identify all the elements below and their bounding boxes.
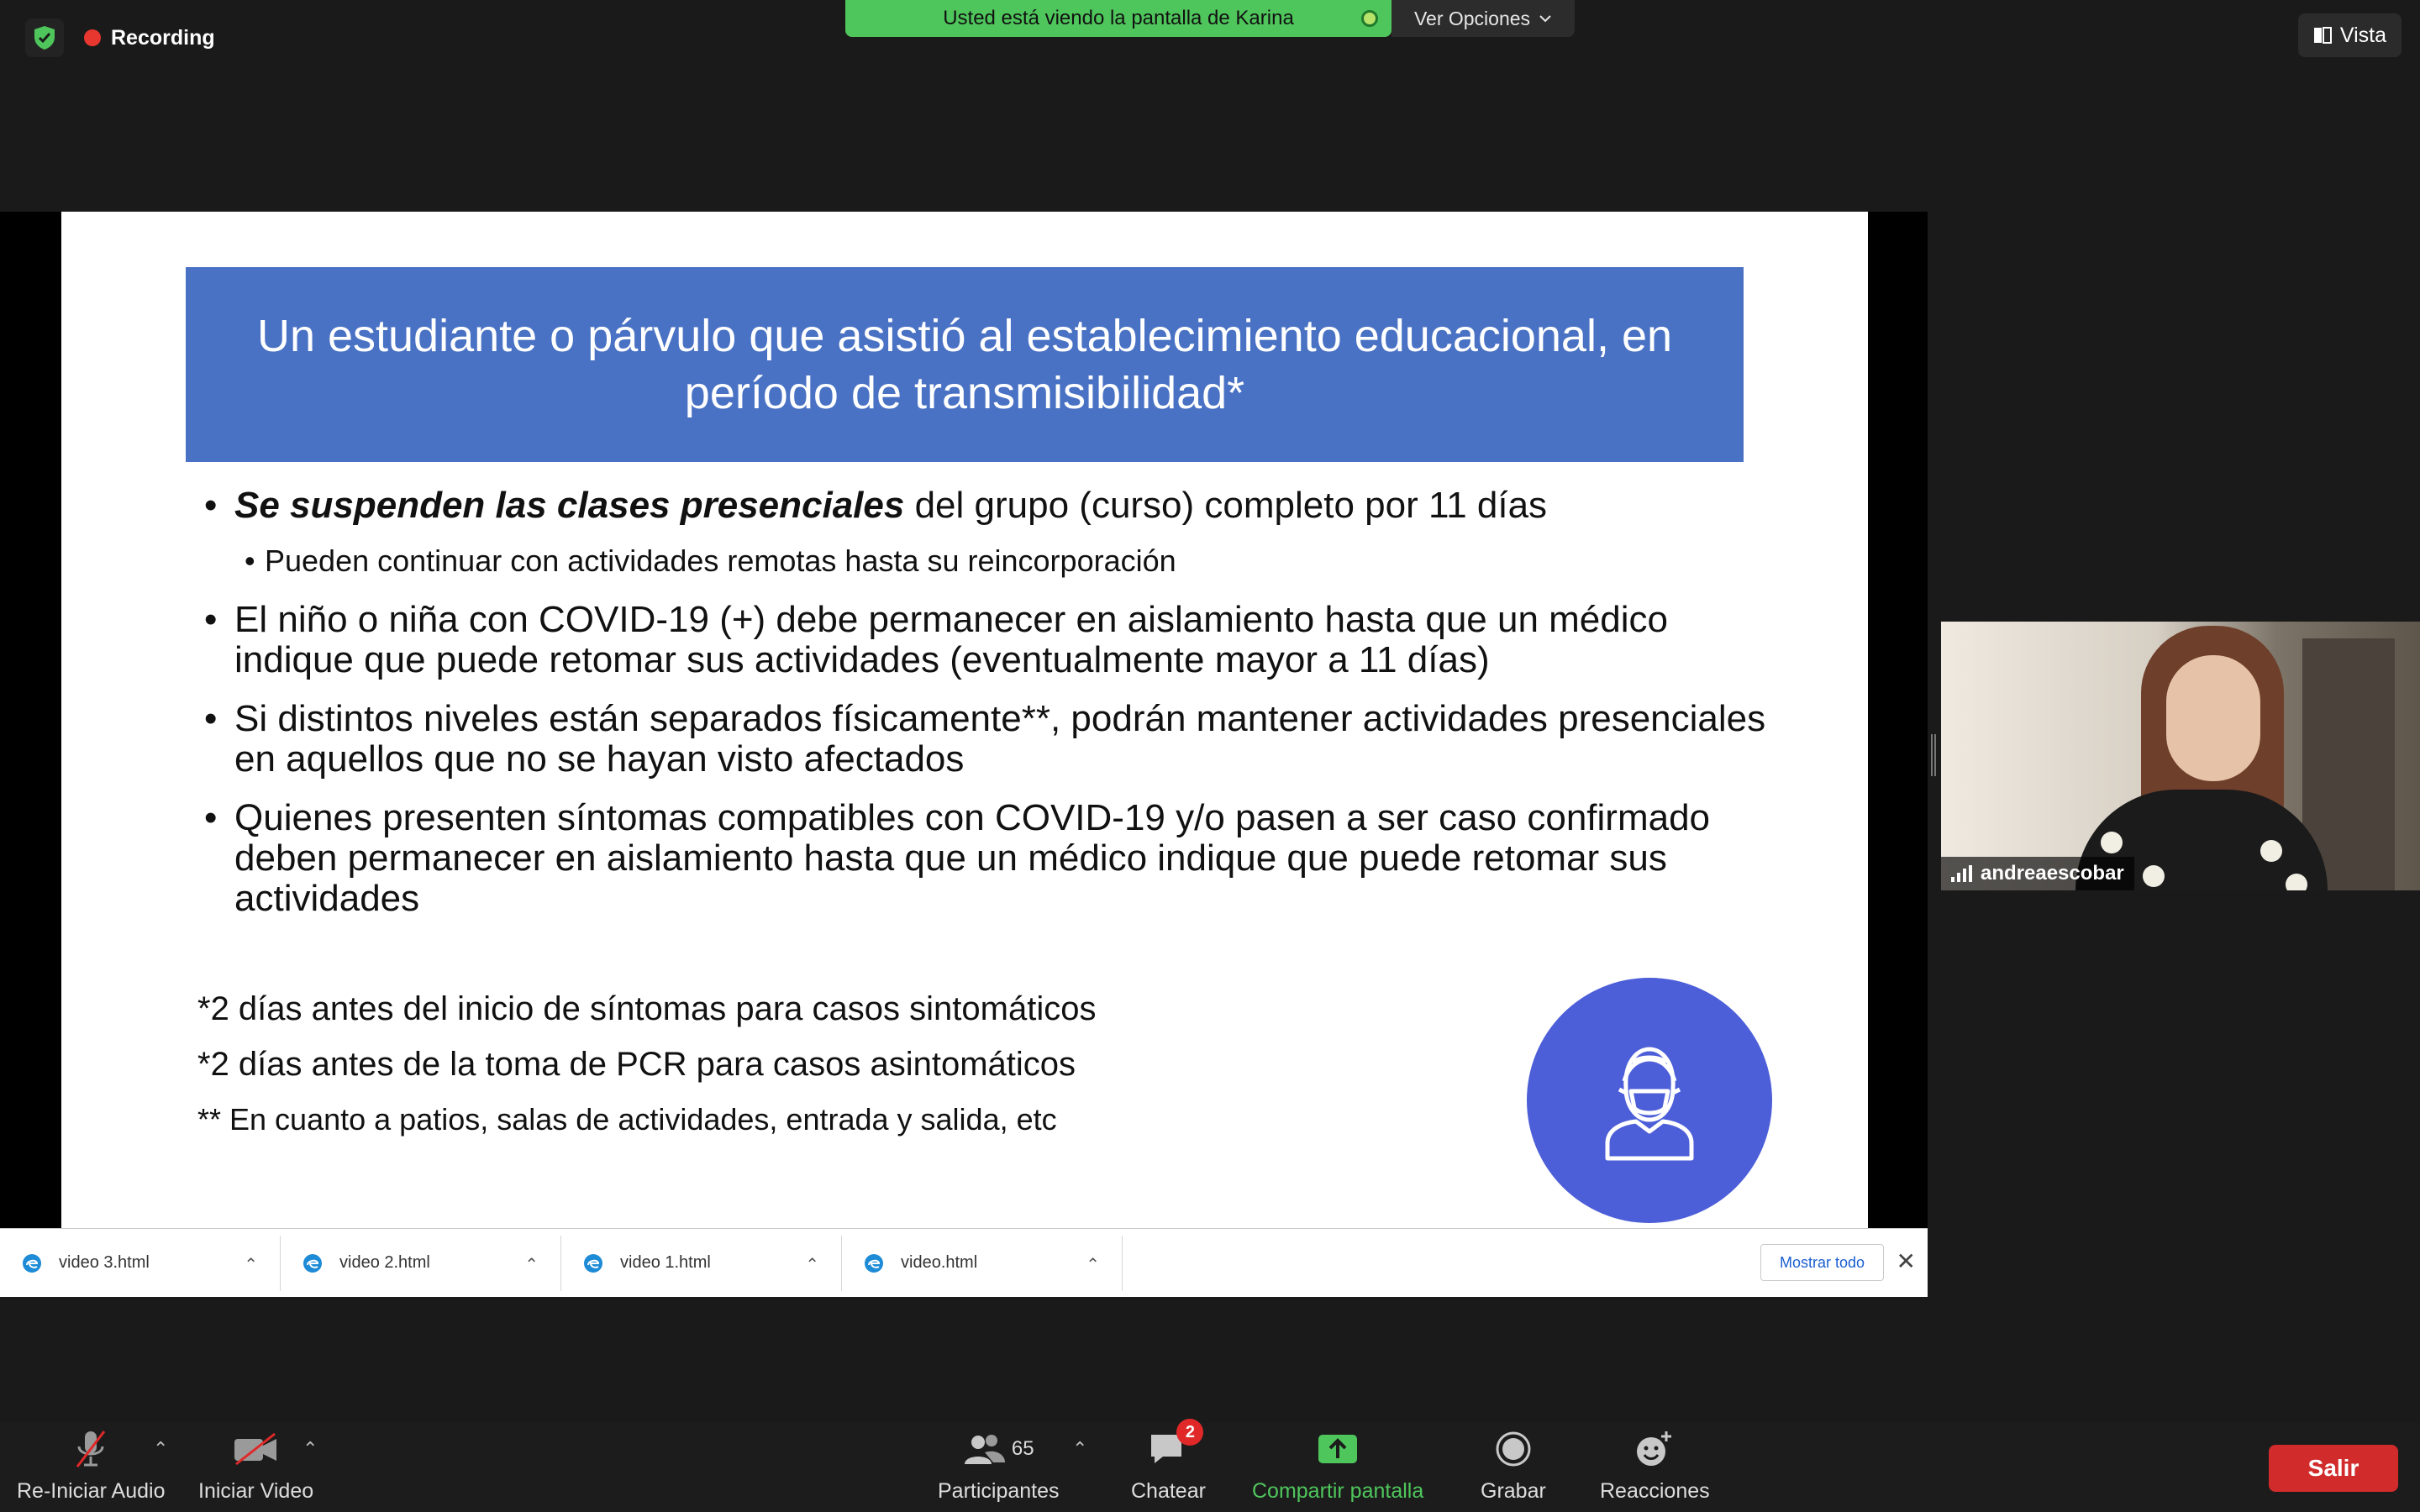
audio-options-chevron-up-icon[interactable]: ⌃: [153, 1438, 168, 1460]
edge-file-icon: [303, 1253, 322, 1273]
reactions-label: Reacciones: [1600, 1479, 1710, 1503]
chat-label: Chatear: [1131, 1479, 1206, 1503]
slide-bullet: Quienes presenten síntomas compatibles c…: [204, 798, 1767, 919]
chevron-up-icon[interactable]: ⌃: [244, 1254, 258, 1275]
unmute-audio-label: Re-Iniciar Audio: [17, 1479, 166, 1503]
share-screen-label: Compartir pantalla: [1252, 1479, 1424, 1503]
resize-handle[interactable]: [1931, 734, 1936, 776]
shirt-pattern: [2260, 840, 2282, 862]
chat-unread-badge: 2: [1176, 1419, 1204, 1446]
start-video-label: Iniciar Video: [198, 1479, 314, 1503]
slide-bullet-list: Se suspenden las clases presenciales del…: [204, 486, 1767, 937]
download-file-name: video.html: [901, 1253, 978, 1272]
zoom-meeting-window: Recording Usted está viendo la pantalla …: [0, 0, 2420, 1512]
recording-dot-icon: [84, 29, 101, 46]
slide-footnote: *2 días antes de la toma de PCR para cas…: [197, 1046, 1076, 1083]
slide-footnote: ** En cuanto a patios, salas de activida…: [197, 1102, 1057, 1137]
chevron-down-icon: [1539, 15, 1551, 23]
download-item[interactable]: video.html ⌃: [842, 1235, 1123, 1291]
download-item[interactable]: video 2.html ⌃: [281, 1235, 561, 1291]
security-shield-icon[interactable]: [25, 18, 64, 57]
reactions-icon: [1634, 1425, 1675, 1473]
slide-bullet-text: del grupo (curso) completo por 11 días: [904, 485, 1548, 526]
unmute-audio-button[interactable]: Re-Iniciar Audio: [17, 1423, 165, 1512]
shirt-pattern: [2143, 865, 2165, 887]
recording-indicator[interactable]: Recording: [84, 18, 215, 57]
chat-icon: 2: [1148, 1419, 1204, 1473]
shared-screen: Un estudiante o párvulo que asistió al e…: [0, 212, 1928, 1228]
reactions-button[interactable]: Reacciones: [1600, 1423, 1710, 1512]
record-button[interactable]: Grabar: [1481, 1423, 1546, 1512]
masked-person-icon: [1527, 978, 1772, 1223]
shirt-pattern: [2101, 832, 2123, 853]
view-layout-label: Vista: [2339, 23, 2386, 47]
participant-video[interactable]: andreaescobar: [1941, 622, 2420, 890]
microphone-muted-icon: [71, 1425, 111, 1473]
start-video-button[interactable]: Iniciar Video: [198, 1423, 313, 1512]
slide-bullet: El niño o niña con COVID-19 (+) debe per…: [204, 600, 1767, 680]
chat-button[interactable]: 2 Chatear: [1131, 1419, 1206, 1512]
viewing-banner-text: Usted está viendo la pantalla de Karina: [943, 7, 1294, 29]
participant-name-tag: andreaescobar: [1941, 857, 2134, 890]
download-file-name: video 2.html: [339, 1253, 430, 1272]
downloads-bar: video 3.html ⌃ video 2.html ⌃ video 1.ht…: [0, 1228, 1928, 1297]
download-file-name: video 3.html: [59, 1253, 150, 1272]
chevron-up-icon[interactable]: ⌃: [1086, 1254, 1100, 1275]
slide-footnote: *2 días antes del inicio de síntomas par…: [197, 990, 1097, 1027]
edge-file-icon: [584, 1253, 602, 1273]
video-off-icon: [233, 1425, 280, 1473]
participants-count: 65: [1011, 1437, 1034, 1460]
meeting-toolbar: Re-Iniciar Audio ⌃ Iniciar Video ⌃ 65 Pa…: [0, 1419, 2420, 1512]
participant-face: [2166, 655, 2260, 781]
presentation-slide: Un estudiante o párvulo que asistió al e…: [61, 212, 1868, 1228]
edge-file-icon: [865, 1253, 883, 1273]
slide-bullet: Se suspenden las clases presenciales del…: [204, 485, 1767, 527]
download-file-name: video 1.html: [620, 1253, 711, 1272]
download-item[interactable]: video 1.html ⌃: [561, 1235, 842, 1291]
slide-footnotes: *2 días antes del inicio de síntomas par…: [197, 981, 1096, 1147]
viewing-screen-banner: Usted está viendo la pantalla de Karina: [845, 0, 1392, 37]
show-all-downloads-button[interactable]: Mostrar todo: [1760, 1244, 1884, 1281]
slide-bullet: Si distintos niveles están separados fís…: [204, 699, 1767, 780]
participants-label: Participantes: [938, 1479, 1060, 1503]
view-options-label: Ver Opciones: [1413, 7, 1531, 29]
leave-meeting-button[interactable]: Salir: [2269, 1445, 2398, 1492]
view-layout-button[interactable]: Vista: [2297, 13, 2402, 57]
view-options-button[interactable]: Ver Opciones: [1392, 0, 1575, 37]
slide-bullet-emphasis: Se suspenden las clases presenciales: [234, 485, 905, 526]
slide-sub-bullet: Pueden continuar con actividades remotas…: [204, 544, 1767, 579]
layout-icon: [2313, 27, 2332, 44]
record-label: Grabar: [1481, 1479, 1546, 1503]
slide-title: Un estudiante o párvulo que asistió al e…: [186, 267, 1744, 462]
record-icon: [1495, 1425, 1532, 1473]
video-options-chevron-up-icon[interactable]: ⌃: [302, 1438, 318, 1460]
connection-signal-icon: [1951, 865, 1972, 882]
close-icon[interactable]: ✕: [1897, 1247, 1916, 1275]
download-item[interactable]: video 3.html ⌃: [0, 1235, 281, 1291]
share-screen-button[interactable]: Compartir pantalla: [1252, 1423, 1423, 1512]
shirt-pattern: [2286, 874, 2307, 890]
participants-options-chevron-up-icon[interactable]: ⌃: [1072, 1438, 1087, 1460]
edge-file-icon: [23, 1253, 41, 1273]
chevron-up-icon[interactable]: ⌃: [805, 1254, 819, 1275]
sharing-status-dot-icon: [1361, 10, 1378, 27]
share-screen-icon: [1317, 1425, 1359, 1473]
chevron-up-icon[interactable]: ⌃: [524, 1254, 539, 1275]
participants-button[interactable]: 65 Participantes: [938, 1423, 1060, 1512]
participant-name: andreaescobar: [1981, 862, 2124, 885]
participants-icon: 65: [963, 1425, 1034, 1473]
recording-label: Recording: [111, 25, 215, 50]
